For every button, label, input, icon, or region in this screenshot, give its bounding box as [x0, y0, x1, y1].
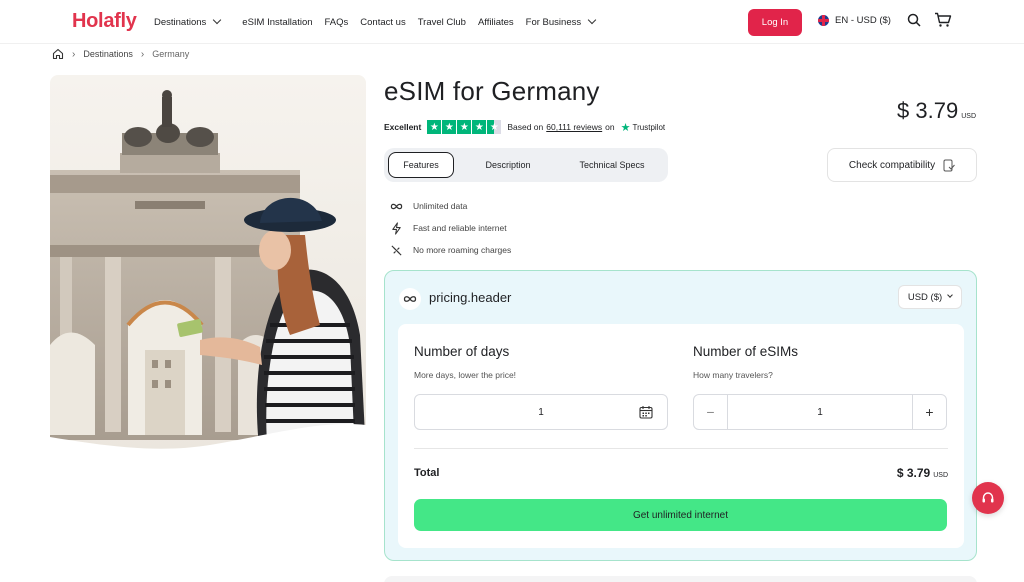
nav-affiliates[interactable]: Affiliates: [478, 17, 514, 28]
login-button[interactable]: Log In: [748, 9, 802, 36]
half-star-icon: ★: [487, 120, 502, 134]
product-title: eSIM for Germany: [384, 76, 600, 106]
chevron-down-icon: [587, 15, 597, 25]
breadcrumb-separator: ›: [140, 48, 145, 60]
breadcrumb: › Destinations › Germany: [52, 47, 189, 61]
esims-value[interactable]: 1: [728, 395, 912, 429]
phone-check-icon: [943, 159, 955, 171]
feature-item: No more roaming charges: [390, 239, 511, 261]
reviews-link[interactable]: 60,111 reviews: [546, 122, 602, 132]
infinity-icon: [399, 288, 421, 310]
hero-image-germany-gate: [50, 75, 366, 455]
esims-stepper: − 1 +: [693, 394, 947, 430]
esims-title: Number of eSIMs: [693, 344, 799, 359]
days-title: Number of days: [414, 344, 510, 359]
days-input[interactable]: 1: [414, 394, 668, 430]
rating-label: Excellent: [384, 122, 422, 132]
rating-stars: ★ ★ ★ ★ ★: [427, 120, 502, 134]
cart-icon[interactable]: [934, 12, 952, 28]
pricing-header: pricing.header: [429, 290, 512, 305]
star-icon: ★: [442, 120, 457, 134]
language-selector[interactable]: EN - USD ($): [818, 15, 891, 26]
support-chat-button[interactable]: [972, 482, 1004, 514]
no-roaming-icon: [391, 244, 402, 256]
check-compatibility-button[interactable]: Check compatibility: [827, 148, 977, 182]
search-icon[interactable]: [907, 13, 921, 27]
nav-travel-club[interactable]: Travel Club: [418, 17, 466, 28]
tab-description[interactable]: Description: [454, 152, 562, 178]
tab-features[interactable]: Features: [388, 152, 454, 178]
pricing-form: Number of days More days, lower the pric…: [398, 324, 964, 548]
nav-faqs[interactable]: FAQs: [325, 17, 349, 28]
divider: [414, 448, 948, 449]
trustpilot-logo[interactable]: ★ Trustpilot: [621, 121, 665, 134]
star-icon: ★: [427, 120, 442, 134]
breadcrumb-destinations[interactable]: Destinations: [83, 49, 133, 59]
home-icon[interactable]: [52, 48, 64, 60]
currency-select[interactable]: USD ($): [898, 285, 962, 309]
esims-subtitle: How many travelers?: [693, 370, 773, 380]
calendar-icon[interactable]: [639, 405, 653, 419]
nav-for-business[interactable]: For Business: [526, 15, 597, 28]
next-section-edge: [384, 576, 977, 582]
infinity-icon: [390, 203, 403, 209]
top-navbar: Holafly Destinations eSIM Installation F…: [0, 0, 1024, 44]
tab-technical-specs[interactable]: Technical Specs: [562, 152, 662, 178]
nav-destinations[interactable]: Destinations: [154, 15, 222, 28]
nav-contact[interactable]: Contact us: [360, 17, 405, 28]
increment-button[interactable]: +: [912, 395, 946, 429]
breadcrumb-separator: ›: [72, 48, 76, 60]
star-icon: ★: [472, 120, 487, 134]
lightning-icon: [392, 221, 401, 235]
feature-item: Fast and reliable internet: [390, 217, 511, 239]
decrement-button[interactable]: −: [694, 395, 728, 429]
headset-icon: [982, 492, 994, 503]
trustpilot-rating: Excellent ★ ★ ★ ★ ★ Based on 60,111 revi…: [384, 120, 666, 134]
nav-esim-installation[interactable]: eSIM Installation: [242, 17, 312, 28]
get-unlimited-internet-button[interactable]: Get unlimited internet: [414, 499, 947, 531]
product-price: $ 3.79 USD: [897, 98, 976, 123]
holafly-logo[interactable]: Holafly: [72, 10, 137, 33]
trustpilot-star-icon: ★: [620, 121, 631, 134]
total-label: Total: [414, 467, 440, 479]
feature-list: Unlimited data Fast and reliable interne…: [390, 195, 511, 261]
breadcrumb-germany: Germany: [152, 49, 190, 59]
product-tabs: Features Description Technical Specs: [384, 148, 668, 182]
chevron-down-icon: [947, 292, 953, 298]
uk-flag-icon: [818, 15, 829, 26]
pricing-card: pricing.header USD ($) Number of days Mo…: [384, 270, 977, 561]
feature-item: Unlimited data: [390, 195, 511, 217]
days-subtitle: More days, lower the price!: [414, 370, 517, 380]
total-amount: $ 3.79 USD: [896, 466, 948, 480]
star-icon: ★: [457, 120, 472, 134]
nav-links: Destinations eSIM Installation FAQs Cont…: [154, 0, 597, 44]
chevron-down-icon: [213, 15, 222, 25]
